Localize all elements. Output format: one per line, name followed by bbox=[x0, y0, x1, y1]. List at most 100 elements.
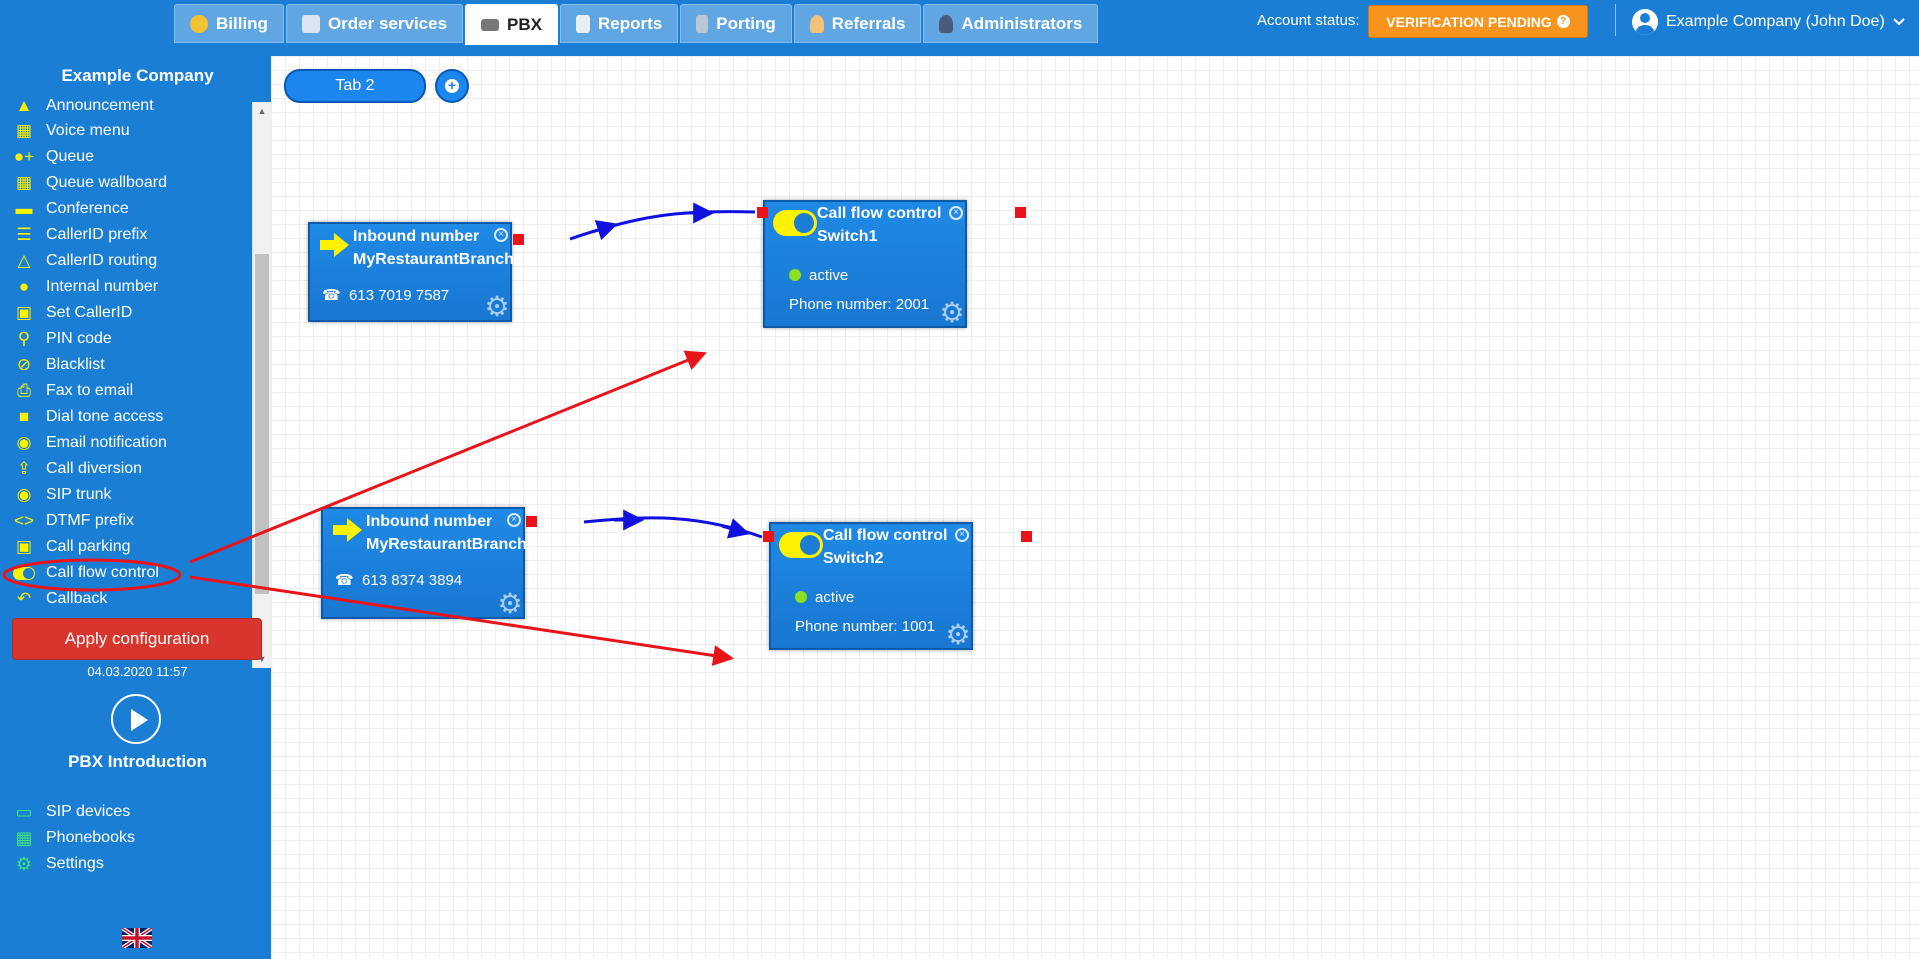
scroll-up-arrow-icon[interactable]: ▲ bbox=[253, 102, 271, 120]
sidebar-item-label: Queue wallboard bbox=[46, 174, 167, 191]
sidebar-item-label: Phonebooks bbox=[46, 829, 135, 846]
arrow-right-icon bbox=[320, 233, 349, 257]
sidebar-item-label: CallerID prefix bbox=[46, 226, 148, 243]
user-plus-icon: ●+ bbox=[13, 147, 35, 166]
inbound-number-node[interactable]: Inbound number MyRestaurantBranch1 × ☎ 6… bbox=[308, 222, 523, 322]
sidebar-item-set-callerid[interactable]: ▣ Set CallerID bbox=[12, 300, 132, 326]
tab-reports[interactable]: Reports bbox=[560, 4, 679, 43]
tab-label: Billing bbox=[216, 13, 268, 33]
sidebar-item-pin-code[interactable]: ⚲ PIN code bbox=[12, 326, 112, 352]
divider bbox=[1615, 4, 1616, 36]
sidebar-item-call-flow-control[interactable]: Call flow control bbox=[12, 560, 159, 586]
node-title: Call flow control Switch1 bbox=[817, 202, 941, 248]
status-text: active bbox=[809, 267, 849, 284]
gear-icon[interactable]: ⚙ bbox=[497, 590, 523, 618]
person-icon bbox=[809, 14, 824, 33]
tab-porting[interactable]: Porting bbox=[680, 4, 792, 43]
tab-label: PBX bbox=[507, 14, 543, 34]
sidebar-item-call-diversion[interactable]: ⇪ Call diversion bbox=[12, 456, 142, 482]
tab-order-services[interactable]: Order services bbox=[285, 4, 464, 43]
reply-icon: ↶ bbox=[16, 589, 32, 608]
call-flow-control-node[interactable]: Call flow control Switch1 × active Phone… bbox=[763, 200, 967, 328]
sidebar-item-callerid-prefix[interactable]: ☰ CallerID prefix bbox=[12, 222, 147, 248]
scroll-thumb[interactable] bbox=[255, 254, 269, 594]
key-icon: ⚲ bbox=[17, 329, 31, 348]
sidebar-item-queue-wallboard[interactable]: ▦ Queue wallboard bbox=[12, 170, 167, 196]
add-tab-button[interactable] bbox=[435, 69, 469, 103]
menu-scrollbar[interactable]: ▲ ▼ bbox=[252, 102, 271, 668]
output-port[interactable] bbox=[1015, 207, 1026, 218]
sidebar-item-settings[interactable]: ⚙ Settings bbox=[12, 852, 104, 876]
pbx-icon bbox=[481, 18, 500, 31]
upload-icon: ⇪ bbox=[16, 459, 32, 478]
sidebar-item-label: SIP devices bbox=[46, 803, 131, 820]
close-icon[interactable]: × bbox=[507, 513, 521, 527]
output-port[interactable] bbox=[526, 516, 537, 527]
sidebar-item-callerid-routing[interactable]: △ CallerID routing bbox=[12, 248, 157, 274]
fax-icon: ⎙ bbox=[17, 381, 31, 400]
tab-2[interactable]: Tab 2 bbox=[284, 69, 426, 103]
sidebar-item-email-notification[interactable]: ◉ Email notification bbox=[12, 430, 167, 456]
account-status-label: Account status: bbox=[1257, 12, 1360, 29]
sidebar-item-callback[interactable]: ↶ Callback bbox=[12, 586, 107, 612]
close-icon[interactable]: × bbox=[955, 528, 969, 542]
node-title-line2: MyRestaurantBranch1 bbox=[353, 251, 523, 268]
phone-icon bbox=[696, 14, 709, 33]
user-menu[interactable]: Example Company (John Doe) bbox=[1632, 8, 1905, 36]
flow-canvas[interactable]: Tab 2 Inbound number MyRestaurantBranch1… bbox=[271, 56, 1919, 959]
help-icon: ? bbox=[1556, 15, 1570, 28]
input-port[interactable] bbox=[757, 207, 768, 218]
tab-pbx[interactable]: PBX bbox=[465, 4, 559, 45]
tab-billing[interactable]: Billing bbox=[174, 4, 284, 43]
sidebar-item-label: Call diversion bbox=[46, 460, 143, 477]
node-title-line1: Call flow control bbox=[817, 205, 942, 222]
close-icon[interactable]: × bbox=[949, 206, 963, 220]
tab-administrators[interactable]: Administrators bbox=[923, 4, 1099, 43]
list-icon: ☰ bbox=[16, 225, 32, 244]
close-icon[interactable]: × bbox=[494, 228, 508, 242]
last-applied-date: 04.03.2020 11:57 bbox=[87, 664, 188, 679]
inbound-number-node[interactable]: Inbound number MyRestaurantBranch2 × ☎ 6… bbox=[321, 507, 536, 619]
sidebar-item-sip-trunk[interactable]: ◉ SIP trunk bbox=[12, 482, 112, 508]
sidebar-item-phonebooks[interactable]: ▦ Phonebooks bbox=[12, 826, 135, 850]
uk-flag-icon[interactable] bbox=[122, 928, 152, 948]
sidebar-item-announcement[interactable]: ▲ Announcement bbox=[12, 98, 154, 119]
sidebar-item-label: Callback bbox=[46, 590, 108, 607]
sidebar-item-dial-tone-access[interactable]: ■ Dial tone access bbox=[12, 404, 164, 430]
sidebar-item-queue[interactable]: ●+ Queue bbox=[12, 144, 94, 170]
node-title: Call flow control Switch2 bbox=[823, 524, 947, 570]
status-text: active bbox=[815, 589, 855, 606]
gear-icon[interactable]: ⚙ bbox=[939, 299, 965, 327]
sidebar-item-blacklist[interactable]: ⊘ Blacklist bbox=[12, 352, 105, 378]
sidebar-item-voice-menu[interactable]: ▦ Voice menu bbox=[12, 118, 130, 144]
avatar bbox=[1632, 9, 1658, 35]
sidebar-item-label: DTMF prefix bbox=[46, 512, 134, 529]
company-name: Example Company bbox=[61, 66, 214, 85]
phone-number: 613 7019 7587 bbox=[349, 287, 450, 304]
sidebar-item-conference[interactable]: ▬ Conference bbox=[12, 196, 129, 222]
apply-configuration-button[interactable]: Apply configuration bbox=[12, 618, 262, 660]
sidebar-item-sip-devices[interactable]: ▭ SIP devices bbox=[12, 800, 130, 824]
verification-pending-button[interactable]: VERIFICATION PENDING ? bbox=[1368, 5, 1588, 38]
gear-icon[interactable]: ⚙ bbox=[945, 621, 971, 649]
gear-icon[interactable]: ⚙ bbox=[484, 293, 510, 321]
monitor-icon: ▭ bbox=[15, 801, 33, 822]
sidebar-item-label: Dial tone access bbox=[46, 408, 164, 425]
sidebar-item-dtmf-prefix[interactable]: <> DTMF prefix bbox=[12, 508, 134, 534]
sidebar-item-label: Call flow control bbox=[46, 564, 159, 581]
node-phone-number: Phone number: 2001 bbox=[789, 296, 930, 313]
sidebar-item-label: Queue bbox=[46, 148, 95, 165]
sidebar-item-call-parking[interactable]: ▣ Call parking bbox=[12, 534, 131, 560]
output-port[interactable] bbox=[1021, 531, 1032, 542]
play-video-icon[interactable] bbox=[111, 694, 161, 744]
sidebar-item-internal-number[interactable]: ● Internal number bbox=[12, 274, 158, 300]
sidebar-item-fax-to-email[interactable]: ⎙ Fax to email bbox=[12, 378, 133, 404]
node-phone-number: Phone number: 1001 bbox=[795, 618, 936, 635]
sidebar-item-label: Voice menu bbox=[46, 122, 130, 139]
call-flow-control-node[interactable]: Call flow control Switch2 × active Phone… bbox=[769, 522, 973, 650]
main-tabs: Billing Order services PBX Reports Porti… bbox=[174, 4, 1100, 45]
tab-referrals[interactable]: Referrals bbox=[793, 4, 922, 43]
output-port[interactable] bbox=[513, 234, 524, 245]
sitemap-icon: △ bbox=[17, 251, 31, 270]
input-port[interactable] bbox=[763, 531, 774, 542]
